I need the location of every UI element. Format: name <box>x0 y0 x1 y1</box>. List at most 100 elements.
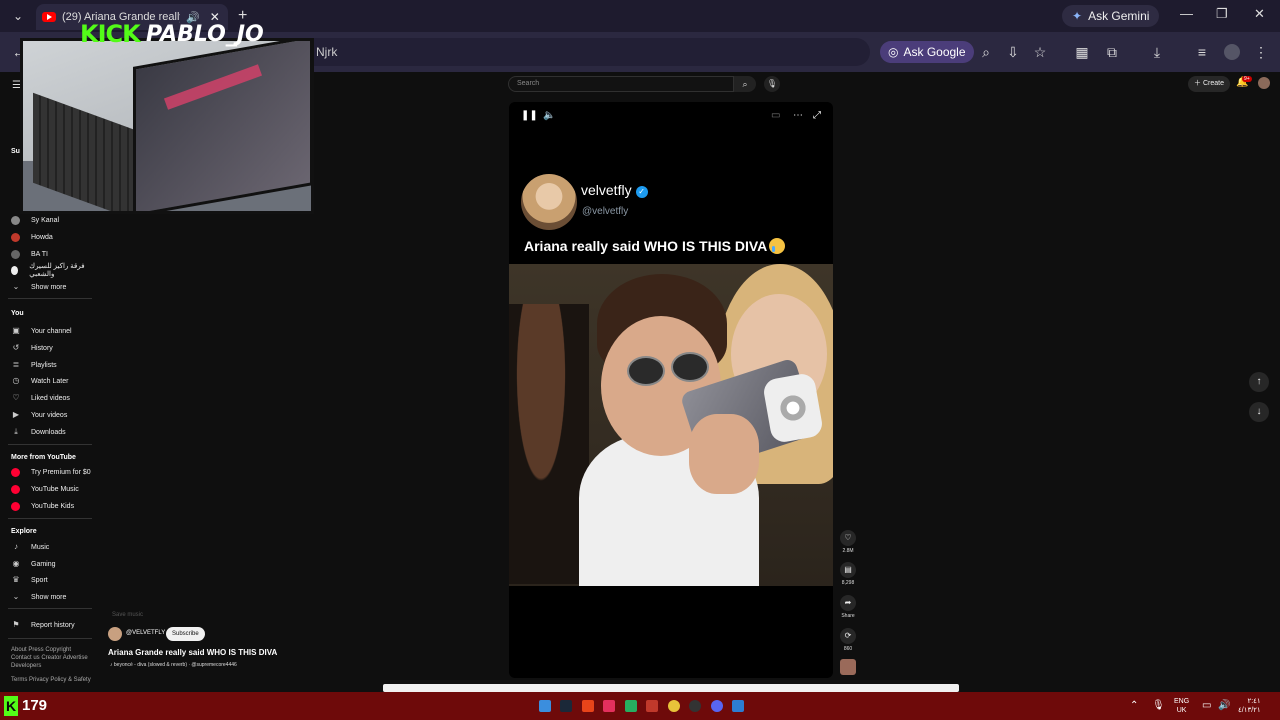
language-indicator[interactable]: ENG UK <box>1174 697 1189 715</box>
captions-icon[interactable]: ▭ <box>771 110 780 121</box>
youtube-favicon-icon <box>42 12 56 22</box>
qr-code-icon[interactable]: ▦ <box>1073 44 1091 61</box>
sidebar-item-music[interactable]: YouTube Music <box>0 481 96 497</box>
sound-thumbnail[interactable] <box>840 659 856 675</box>
thumbs-up-icon: ♡ <box>12 393 20 402</box>
ask-gemini-label: Ask Gemini <box>1088 9 1150 23</box>
tray-chevron-up-icon[interactable]: ⌃ <box>1130 700 1138 711</box>
more-options-icon[interactable]: ⋯ <box>793 110 803 121</box>
sidebar-item-playlists[interactable]: ≣ Playlists <box>0 357 96 373</box>
lock-app-icon[interactable] <box>625 700 637 712</box>
tweet-display-name: velvetfly ✓ <box>581 182 648 198</box>
chevron-down-icon: ⌄ <box>12 592 20 601</box>
short-music[interactable]: ♪ beyoncé - diva (slowed & reverb) · @su… <box>110 662 237 668</box>
video-icon: ▶ <box>12 410 20 419</box>
footer-links[interactable]: About Press Copyright Contact us Creator… <box>11 646 91 670</box>
video-progress-bar[interactable] <box>383 684 959 692</box>
app-icon[interactable] <box>603 700 615 712</box>
comment-icon: ▤ <box>840 562 856 578</box>
sidebar-item-watch-later[interactable]: ◷ Watch Later <box>0 373 96 389</box>
steam-icon[interactable] <box>560 700 572 712</box>
sidebar-sub-2[interactable]: Howda <box>0 229 96 245</box>
youtube-account-avatar[interactable] <box>1258 77 1270 89</box>
profile-avatar[interactable] <box>1224 44 1240 60</box>
crying-emoji-icon <box>769 238 786 254</box>
sidebar-item-history[interactable]: ↺ History <box>0 340 96 356</box>
ask-gemini-button[interactable]: ✦ Ask Gemini <box>1062 5 1160 27</box>
obs-icon[interactable] <box>689 700 701 712</box>
address-bar[interactable]: Njrk <box>300 38 870 66</box>
shorts-player[interactable]: ❚❚ 🔈 ▭ ⋯ ⤢ velvetfly ✓ @velvetfly Ariana … <box>509 102 833 678</box>
viewer-count: 179 <box>22 697 48 714</box>
share-button[interactable]: ➦ Share <box>830 595 866 619</box>
discord-icon[interactable] <box>711 700 723 712</box>
volume-icon[interactable]: 🔈 <box>543 110 555 121</box>
remix-button[interactable]: ⟳ 860 <box>830 628 866 652</box>
notification-badge: 9+ <box>1242 76 1252 82</box>
sidebar-item-sport[interactable]: ♛ Sport <box>0 572 96 588</box>
sidebar-item-liked-videos[interactable]: ♡ Liked videos <box>0 390 96 406</box>
heart-icon: ♡ <box>840 530 856 546</box>
comments-button[interactable]: ▤ 8,298 <box>830 562 866 586</box>
sidebar-subs-show-more[interactable]: ⌄ Show more <box>0 279 96 295</box>
start-icon[interactable] <box>539 700 551 712</box>
create-button[interactable]: ＋ Create <box>1188 76 1230 92</box>
sidebar-item-kids[interactable]: YouTube Kids <box>0 498 96 514</box>
search-icon[interactable]: ⌕ <box>734 76 756 92</box>
microphone-tray-icon[interactable]: 🎙 <box>1152 700 1165 711</box>
sidebar-item-premium[interactable]: Try Premium for $0 <box>0 464 96 480</box>
install-app-icon[interactable]: ⇩ <box>1004 44 1022 61</box>
footer-legal[interactable]: Terms Privacy Policy & Safety <box>11 676 91 684</box>
chrome-icon[interactable] <box>668 700 680 712</box>
subscribe-button[interactable]: Subscribe <box>166 627 205 641</box>
maximize-icon[interactable]: ❐ <box>1216 6 1228 22</box>
music-note-icon: ♪ <box>14 542 18 551</box>
extensions-icon[interactable]: ⧉ <box>1103 44 1121 61</box>
save-music[interactable]: Save music <box>112 612 143 618</box>
sidebar-item-downloads[interactable]: ⤓ Downloads <box>0 424 96 440</box>
chrome-menu-icon[interactable]: ⋮ <box>1252 44 1270 61</box>
fullscreen-icon[interactable]: ⤢ <box>813 110 821 121</box>
ask-google-button[interactable]: ◎ Ask Google <box>880 41 974 63</box>
download-icon[interactable]: ⤓ <box>1148 44 1166 61</box>
sidebar-item-gaming[interactable]: ◉ Gaming <box>0 556 96 572</box>
kick-viewer-icon: K <box>4 696 18 716</box>
explore-header: Explore <box>11 528 37 535</box>
brave-icon[interactable] <box>582 700 594 712</box>
you-header[interactable]: You <box>11 310 24 317</box>
close-window-icon[interactable]: ✕ <box>1254 6 1265 22</box>
sidebar-sub-4[interactable]: فرقة راكيز للسيرك والشعبي <box>0 262 96 278</box>
network-icon[interactable]: ▭ <box>1202 700 1211 711</box>
sidebar-explore-show-more[interactable]: ⌄ Show more <box>0 589 96 605</box>
sidebar-item-report-history[interactable]: ⚑ Report history <box>0 617 96 633</box>
ask-google-label: Ask Google <box>903 45 966 59</box>
channel-name[interactable]: @VELVETFLY <box>126 630 165 636</box>
system-clock[interactable]: ٢:٤١ ٤/١٣/٢١ <box>1238 697 1261 715</box>
sidebar-sub-1[interactable]: Sy Kanal <box>0 212 96 228</box>
reading-list-icon[interactable]: ≡ <box>1193 44 1211 60</box>
tweet-handle: @velvetfly <box>582 206 629 217</box>
tab-search-chevron-icon[interactable]: ⌄ <box>8 6 28 26</box>
minimize-icon[interactable]: — <box>1180 6 1193 21</box>
clock-icon: ◷ <box>12 376 20 385</box>
history-icon: ↺ <box>12 343 20 352</box>
google-lens-icon: ◎ <box>888 45 899 59</box>
sidebar-item-explore-music[interactable]: ♪ Music <box>0 539 96 555</box>
channel-avatar[interactable] <box>108 627 122 641</box>
next-short-arrow-down-icon[interactable]: ↓ <box>1249 402 1269 422</box>
tweet-avatar <box>521 174 577 230</box>
previous-short-arrow-up-icon[interactable]: ↑ <box>1249 372 1269 392</box>
like-button[interactable]: ♡ 2.8M <box>830 530 866 554</box>
sidebar-item-your-channel[interactable]: ▣ Your channel <box>0 323 96 339</box>
microphone-icon[interactable]: 🎙 <box>764 76 780 92</box>
search-input[interactable]: Search <box>508 76 734 92</box>
volume-tray-icon[interactable]: 🔊 <box>1218 700 1230 711</box>
sidebar-sub-3[interactable]: BA TI <box>0 246 96 262</box>
bookmark-star-icon[interactable]: ☆ <box>1031 44 1049 61</box>
app-blue-icon[interactable] <box>732 700 744 712</box>
zoom-icon[interactable]: ⌕ <box>977 44 995 61</box>
pause-icon[interactable]: ❚❚ <box>521 110 538 121</box>
sidebar-item-your-videos[interactable]: ▶ Your videos <box>0 407 96 423</box>
address-text: Njrk <box>316 45 338 59</box>
app-red-icon[interactable] <box>646 700 658 712</box>
